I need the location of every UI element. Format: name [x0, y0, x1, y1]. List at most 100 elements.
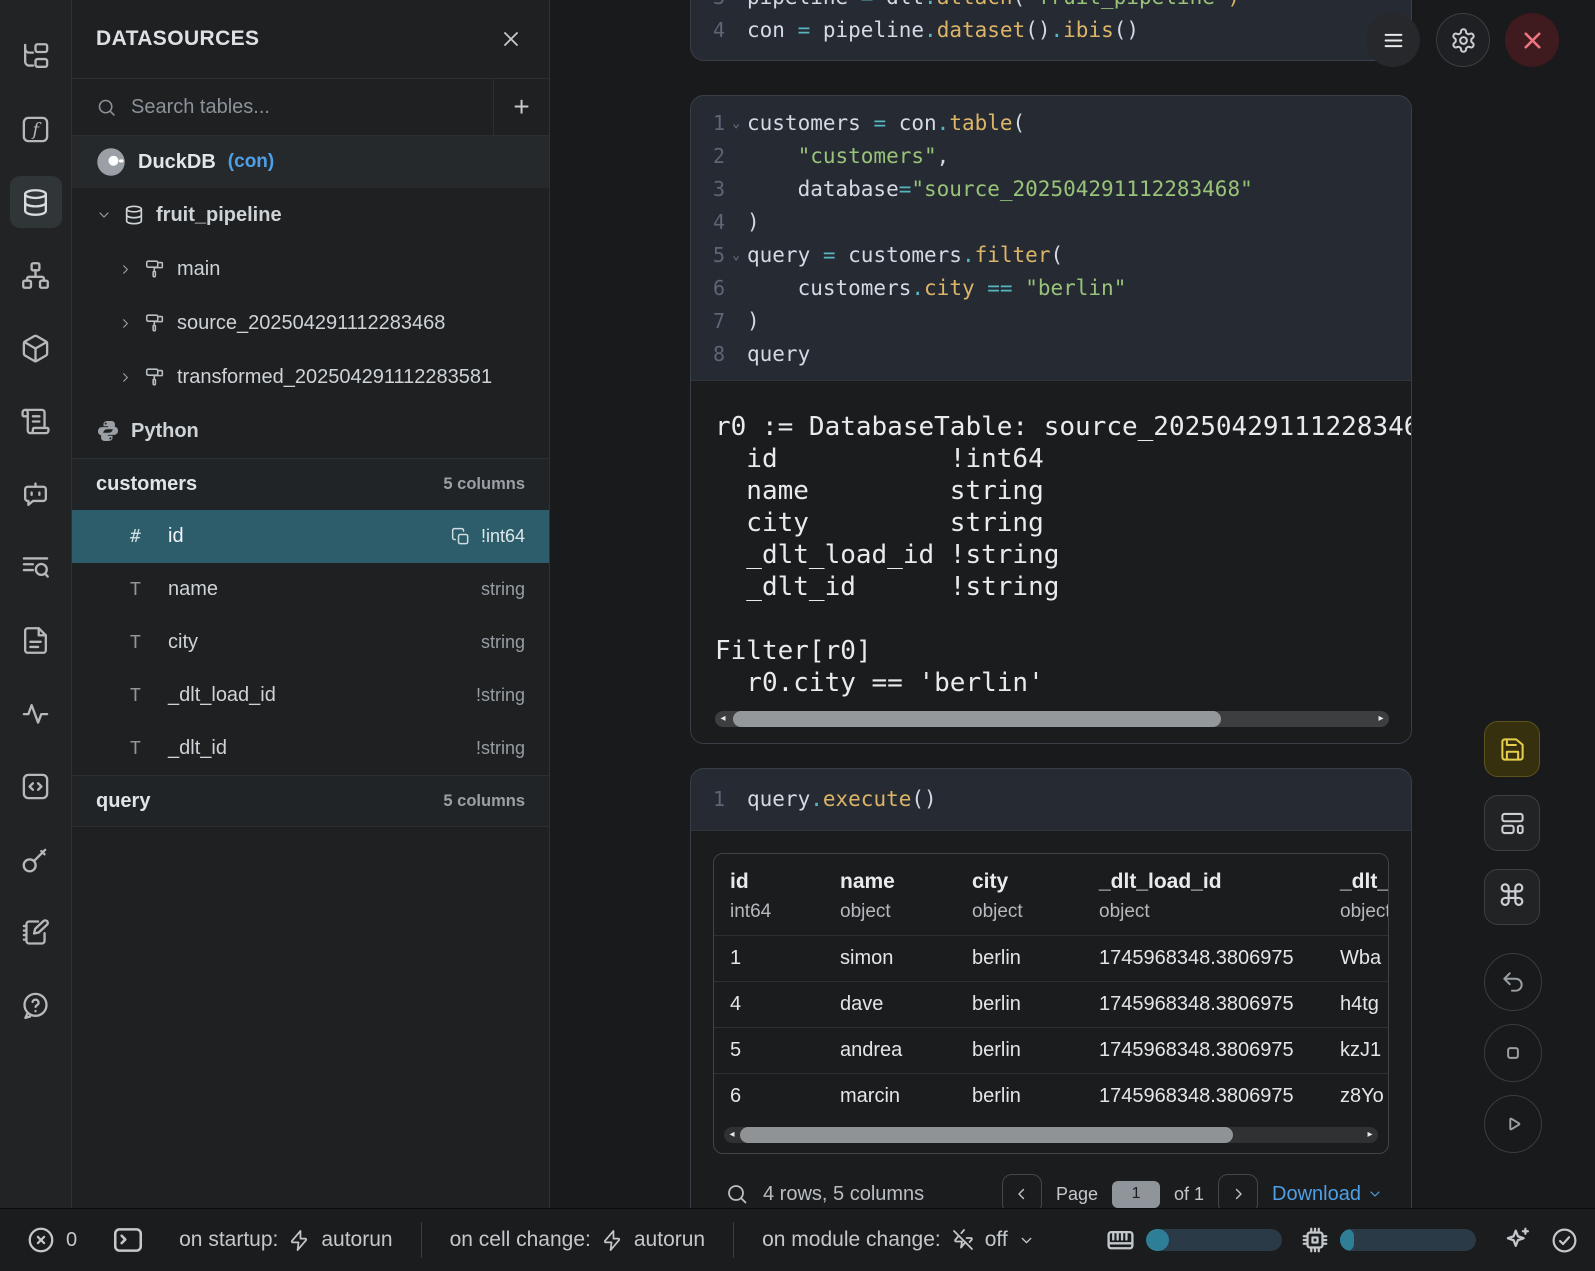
command-palette-button[interactable]: ⌘ [1484, 869, 1540, 925]
undo-button[interactable] [1484, 953, 1542, 1011]
table-row[interactable]: 6marcinberlin1745968348.3806975z8Yo [714, 1073, 1388, 1119]
terminal-button[interactable] [111, 1223, 145, 1257]
code-line[interactable]: 8query [701, 338, 1411, 371]
add-datasource-button[interactable]: + [493, 79, 549, 135]
scratchpad-icon[interactable] [14, 910, 58, 954]
duckdb-logo-icon [96, 147, 126, 177]
fold-chevron-icon[interactable]: ⌄ [725, 107, 747, 140]
code-line[interactable]: 4) [701, 206, 1411, 239]
code-cell-1[interactable]: 3pipeline = dlt.attach("fruit_pipeline")… [690, 0, 1412, 61]
table-cell: 4 [730, 993, 840, 1016]
engine-row[interactable]: DuckDB (con) [72, 136, 549, 188]
ram-usage[interactable] [1105, 1225, 1282, 1256]
logs-icon[interactable] [14, 545, 58, 589]
schema-row[interactable]: source_202504291112283468 [72, 296, 549, 350]
code-text: con = pipeline.dataset().ibis() [747, 14, 1139, 47]
code-line[interactable]: 7) [701, 305, 1411, 338]
save-button[interactable] [1484, 721, 1540, 777]
scroll-left-arrow[interactable]: ◂ [725, 1127, 739, 1143]
copy-icon[interactable] [451, 527, 471, 547]
secrets-icon[interactable] [14, 837, 58, 881]
fold-spacer [725, 14, 747, 47]
table-column-header[interactable]: _dlt_idobject [1340, 870, 1389, 923]
search-icon[interactable] [725, 1182, 749, 1206]
python-icon [96, 419, 120, 443]
documentation-icon[interactable] [14, 618, 58, 662]
scroll-right-arrow[interactable]: ▸ [1363, 1127, 1377, 1143]
on-cell-change-setting[interactable]: on cell change: autorun [450, 1228, 706, 1252]
table-footer: 4 rows, 5 columns Page 1 of 1 Download [713, 1172, 1387, 1208]
file-tree-icon[interactable] [14, 34, 58, 78]
code-editor[interactable]: 1query.execute() [691, 769, 1411, 830]
stop-button[interactable] [1484, 1024, 1542, 1082]
page-label: Page [1056, 1184, 1098, 1205]
packages-icon[interactable] [14, 326, 58, 370]
code-line[interactable]: 3 database="source_202504291112283468" [701, 173, 1411, 206]
code-line[interactable]: 1⌄customers = con.table( [701, 107, 1411, 140]
table-row[interactable]: 5andreaberlin1745968348.3806975kzJ1 [714, 1027, 1388, 1073]
table-column-header[interactable]: idint64 [730, 870, 840, 923]
connection-status[interactable] [1550, 1226, 1579, 1255]
column-row[interactable]: Tcitystring [72, 616, 549, 669]
next-page-button[interactable] [1218, 1174, 1258, 1208]
horizontal-scrollbar[interactable]: ◂ ▸ [724, 1127, 1378, 1143]
table-column-header[interactable]: nameobject [840, 870, 972, 923]
code-line[interactable]: 5⌄query = customers.filter( [701, 239, 1411, 272]
schema-row[interactable]: transformed_202504291112283581 [72, 350, 549, 404]
code-line[interactable]: 4con = pipeline.dataset().ibis() [701, 14, 1411, 47]
tracing-icon[interactable] [14, 691, 58, 735]
code-line[interactable]: 1query.execute() [701, 783, 1411, 816]
python-row[interactable]: Python [72, 404, 549, 458]
code-cell-2[interactable]: 1⌄customers = con.table(2 "customers",3 … [690, 95, 1412, 744]
code-editor[interactable]: 3pipeline = dlt.attach("fruit_pipeline")… [691, 0, 1411, 56]
outline-icon[interactable] [14, 399, 58, 443]
run-button[interactable] [1484, 1095, 1542, 1153]
shutdown-button[interactable] [1505, 13, 1559, 67]
download-link[interactable]: Download [1272, 1183, 1383, 1206]
errors-indicator[interactable]: 0 [26, 1225, 77, 1255]
cpu-usage[interactable] [1300, 1225, 1476, 1255]
on-startup-setting[interactable]: on startup: autorun [179, 1228, 392, 1252]
undo-icon [1500, 969, 1526, 995]
horizontal-scrollbar[interactable]: ◂ ▸ [715, 711, 1389, 727]
scroll-right-arrow[interactable]: ▸ [1374, 711, 1388, 727]
column-row[interactable]: #id!int64 [72, 510, 549, 563]
table-row[interactable]: 4daveberlin1745968348.3806975h4tg [714, 981, 1388, 1027]
layout-button[interactable] [1484, 795, 1540, 851]
fold-chevron-icon[interactable]: ⌄ [725, 239, 747, 272]
datasources-icon[interactable] [10, 176, 62, 228]
table-row[interactable]: 1simonberlin1745968348.3806975Wba [714, 935, 1388, 981]
table-column-header[interactable]: cityobject [972, 870, 1099, 923]
code-line[interactable]: 3pipeline = dlt.attach("fruit_pipeline") [701, 0, 1411, 14]
column-name: id [168, 525, 435, 548]
code-cell-3[interactable]: 1query.execute() idint64nameobjectcityob… [690, 768, 1412, 1208]
code-line[interactable]: 6 customers.city == "berlin" [701, 272, 1411, 305]
table-column-header[interactable]: _dlt_load_idobject [1099, 870, 1340, 923]
table-header-customers[interactable]: customers 5 columns [72, 458, 549, 510]
scrollbar-thumb[interactable] [740, 1127, 1233, 1143]
column-row[interactable]: Tnamestring [72, 563, 549, 616]
close-panel-button[interactable] [499, 27, 523, 51]
chat-icon[interactable] [14, 472, 58, 516]
scrollbar-thumb[interactable] [733, 711, 1221, 727]
previous-page-button[interactable] [1002, 1174, 1042, 1208]
scroll-left-arrow[interactable]: ◂ [716, 711, 730, 727]
help-icon[interactable] [14, 983, 58, 1027]
settings-button[interactable] [1436, 13, 1490, 67]
code-editor[interactable]: 1⌄customers = con.table(2 "customers",3 … [691, 96, 1411, 380]
dependencies-icon[interactable] [14, 253, 58, 297]
column-row[interactable]: T_dlt_id!string [72, 722, 549, 775]
table-header-query[interactable]: query 5 columns [72, 775, 549, 827]
on-module-change-setting[interactable]: on module change: off [762, 1228, 1035, 1252]
column-row[interactable]: T_dlt_load_id!string [72, 669, 549, 722]
variables-icon[interactable]: f [14, 107, 58, 151]
ai-assistant-button[interactable] [1502, 1225, 1532, 1255]
snippets-icon[interactable] [14, 764, 58, 808]
database-row[interactable]: fruit_pipeline [72, 188, 549, 242]
table-cell: Wba [1340, 947, 1389, 970]
code-line[interactable]: 2 "customers", [701, 140, 1411, 173]
search-input[interactable] [131, 96, 493, 119]
menu-button[interactable] [1366, 13, 1420, 67]
page-select[interactable]: 1 [1112, 1181, 1160, 1208]
schema-row[interactable]: main [72, 242, 549, 296]
